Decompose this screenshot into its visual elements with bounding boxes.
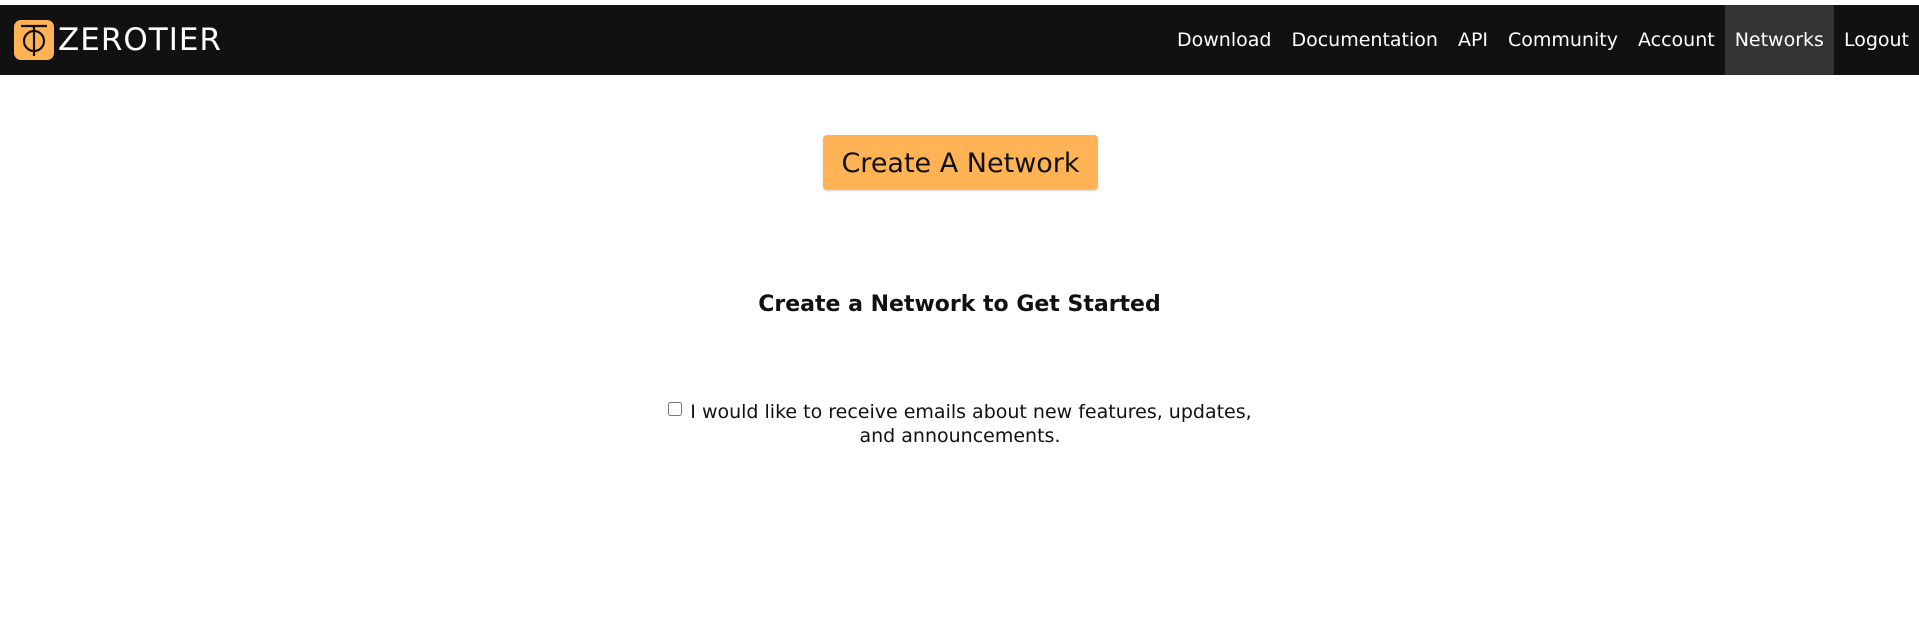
nav-item-networks[interactable]: Networks bbox=[1724, 5, 1834, 75]
nav-links: Download Documentation API Community Acc… bbox=[1167, 5, 1919, 75]
email-consent-row: I would like to receive emails about new… bbox=[665, 400, 1255, 448]
create-network-button[interactable]: Create A Network bbox=[823, 135, 1098, 190]
nav-item-documentation[interactable]: Documentation bbox=[1281, 5, 1447, 75]
email-consent-checkbox[interactable] bbox=[668, 402, 683, 416]
nav-item-download[interactable]: Download bbox=[1167, 5, 1281, 75]
nav-item-api[interactable]: API bbox=[1448, 5, 1498, 75]
email-consent-label: I would like to receive emails about new… bbox=[690, 401, 1252, 447]
nav-item-logout[interactable]: Logout bbox=[1834, 5, 1919, 75]
top-navbar: ZEROTIER Download Documentation API Comm… bbox=[0, 5, 1919, 75]
nav-item-account[interactable]: Account bbox=[1628, 5, 1725, 75]
nav-item-community[interactable]: Community bbox=[1498, 5, 1628, 75]
brand-name: ZEROTIER bbox=[58, 22, 222, 58]
zerotier-logo-icon bbox=[14, 20, 54, 60]
empty-state-heading: Create a Network to Get Started bbox=[758, 292, 1161, 317]
brand-home-link[interactable]: ZEROTIER bbox=[14, 19, 222, 61]
